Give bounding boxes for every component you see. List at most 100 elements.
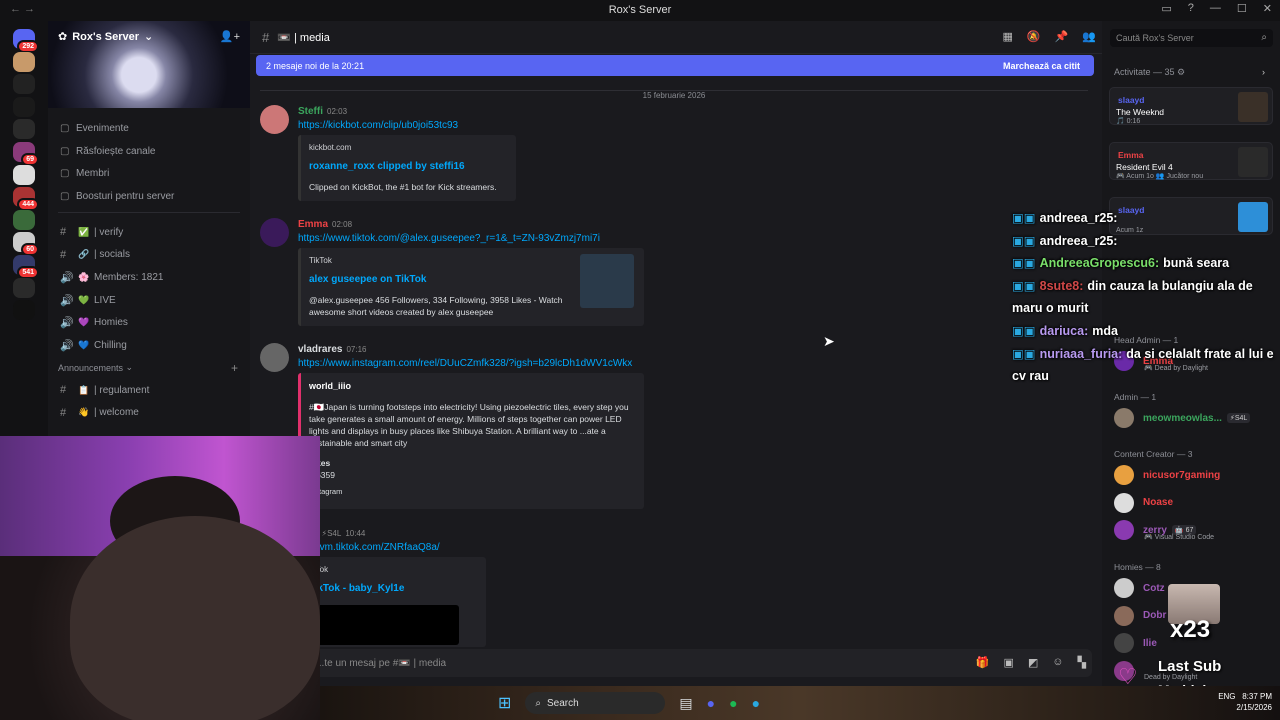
chat-line: ▣▣ andreea_r25: [1012,230,1277,253]
member-item[interactable]: nicusor7gaming [1114,464,1274,486]
activity-card[interactable]: Emma Resident Evil 4 🎮 Acum 1o 👥 Jucător n… [1109,142,1273,180]
discord-home-icon[interactable]: 292 [13,29,39,53]
embed-author: world_iiio [309,381,352,391]
k-server-icon[interactable] [13,96,35,117]
embed-provider: TikTok [309,256,332,265]
message-author[interactable]: Steffi 02:03 [298,106,347,117]
edge-icon[interactable]: ● [752,695,760,711]
link-embed[interactable]: world_iiio #🇯🇵Japan is turning footsteps … [298,373,644,509]
sidebar-item[interactable]: ▢ Membri [48,162,250,185]
system-tray[interactable]: ENG 8:37 PM 2/15/2026 [1218,691,1272,713]
channel-emoji: 🌸 [78,271,90,282]
apps-icon[interactable]: ▚ [1078,656,1086,669]
green-server-icon[interactable] [13,209,35,230]
avatar[interactable] [260,218,289,247]
activity-user: slaayd [1118,95,1145,105]
embed-description: #🇯🇵Japan is turning footsteps into elect… [309,402,629,448]
sticker-icon[interactable]: ◩ [1028,656,1038,669]
link-embed[interactable]: TikTok alex guseepee on TikTok @alex.gusee… [298,248,644,326]
sidebar-item[interactable]: ▢ Boosturi pentru server [48,185,250,208]
red-server-icon[interactable]: 444 [13,187,39,212]
role-header: Content Creator — 3 [1114,449,1193,459]
x-server-icon[interactable] [13,277,35,298]
minimize-icon[interactable]: — [1210,2,1221,15]
server-name[interactable]: ✿ Rox's Server ⌄ [58,30,153,44]
purple-server-icon[interactable]: 69 [13,142,39,166]
channel-item[interactable]: 🔊 💚 LIVE [48,289,250,312]
help-icon[interactable]: ? [1188,2,1194,15]
category-announcements[interactable]: Announcements ⌄ + [48,357,250,379]
windows-start-icon[interactable]: ⊞ [498,693,511,713]
taskbar-search-label: Search [547,697,579,709]
channel-item[interactable]: # 📋 | regulament [48,379,250,402]
sidebar-item[interactable]: ▢ Evenimente [48,117,250,140]
discord-app-icon[interactable]: ● [707,695,715,711]
cat2-server-icon[interactable]: 60 [13,232,39,257]
channel-name: | welcome [94,407,139,419]
member-item[interactable]: meowmeowlas... ⚡S4L [1114,407,1274,429]
avatar[interactable] [260,343,289,372]
mouse-cursor: ➤ [823,333,835,349]
gift-icon[interactable]: 🎁 [976,656,990,669]
star-server-icon[interactable]: 541 [13,255,39,279]
channel-item[interactable]: # ✅ | verify [48,221,250,244]
new-messages-text: 2 mesaje noi de la 20:21 [266,60,365,71]
message-link[interactable]: https://www.instagram.com/reel/DUuCZmfk3… [298,358,632,369]
message-author[interactable]: Emma 02:08 [298,219,352,230]
embed-title[interactable]: roxanne_roxx clipped by steffi16 [309,161,465,172]
invite-icon[interactable]: 👤+ [220,30,240,43]
taskbar-search[interactable]: ⌕ Search [525,692,666,714]
message-input[interactable]: ...te un mesaj pe #📼 | media 🎁 ▣ ◩ ☺ ▚ [262,649,1092,677]
message-link[interactable]: https://www.tiktok.com/@alex.guseepee?_r… [298,233,600,244]
channel-item[interactable]: 🔊 💙 Chilling [48,334,250,357]
member-list-icon[interactable]: 👥 [1082,30,1096,43]
chevron-right-icon[interactable]: › [1262,67,1265,77]
activity-card[interactable]: slaayd The Weeknd 🎵 0:16 [1109,87,1273,125]
link-embed[interactable]: ...Tok...kTok - baby_Kyl1e [298,557,486,647]
embed-title[interactable]: alex guseepee on TikTok [309,274,426,285]
link-embed[interactable]: kickbot.com roxanne_roxx clipped by steff… [298,135,516,201]
inbox-icon[interactable]: ▭ [1161,2,1171,15]
pin-icon[interactable]: 📌 [1055,30,1069,43]
channel-item[interactable]: 🔊 🌸 Members: 1821 [48,266,250,289]
cat-server-icon[interactable] [13,51,35,72]
last-sub-label: Last Sub [1158,658,1222,675]
maximize-icon[interactable]: ☐ [1237,2,1247,15]
embed-video [309,605,459,645]
tray-lang[interactable]: ENG [1218,692,1235,701]
message-author[interactable]: vladrares 07:16 [298,344,367,355]
member-item[interactable]: zerry 🤖 67 🎮 Visual Studio Code [1114,519,1274,541]
member-avatar [1114,520,1134,540]
search-icon: ⌕ [1261,32,1267,43]
channel-item[interactable]: 🔊 💜 Homies [48,312,250,335]
role-header: Admin — 1 [1114,392,1157,402]
close-icon[interactable]: ✕ [1263,2,1272,15]
server-search-input[interactable]: Caută Rox's Server ⌕ [1110,29,1273,47]
spotify-icon[interactable]: ● [729,695,737,711]
add-channel-icon[interactable]: + [231,361,238,375]
embed-title[interactable]: ...kTok - baby_Kyl1e [309,583,404,594]
mute-icon[interactable]: 🔕 [1027,30,1041,43]
channel-item[interactable]: # 🔗 | socials [48,243,250,266]
message-link[interactable]: https://kickbot.com/clip/ub0joi53tc93 [298,120,458,131]
member-status: 🎮 Visual Studio Code [1144,534,1215,541]
server-banner[interactable]: ✿ Rox's Server ⌄ 👤+ [48,21,250,108]
mark-read-button[interactable]: Marchează ca citit [1003,61,1080,71]
member-name: Noase [1143,497,1174,508]
dark-server-icon[interactable] [13,119,35,140]
threads-icon[interactable]: ▦ [1002,30,1012,43]
wzg-server-icon[interactable] [13,300,35,321]
member-item[interactable]: Noase [1114,492,1274,514]
emoji-icon[interactable]: ☺ [1052,656,1063,669]
new-messages-bar[interactable]: 2 mesaje noi de la 20:21 Marchează ca ci… [256,55,1094,76]
channel-header: # 📼 | media ▦ 🔕 📌 👥 [250,21,1102,54]
channel-name: LIVE [94,294,116,306]
sidebar-item[interactable]: ▢ Răsfoiește canale [48,140,250,163]
gif-icon[interactable]: ▣ [1003,656,1013,669]
white-server-icon[interactable] [13,164,35,185]
channel-item[interactable]: # 👋 | welcome [48,402,250,425]
avatar[interactable] [260,105,289,134]
w-server-icon[interactable] [13,74,35,95]
chat-line: ▣▣ dariuca: mda [1012,320,1277,343]
file-explorer-icon[interactable]: ▤ [679,695,692,712]
